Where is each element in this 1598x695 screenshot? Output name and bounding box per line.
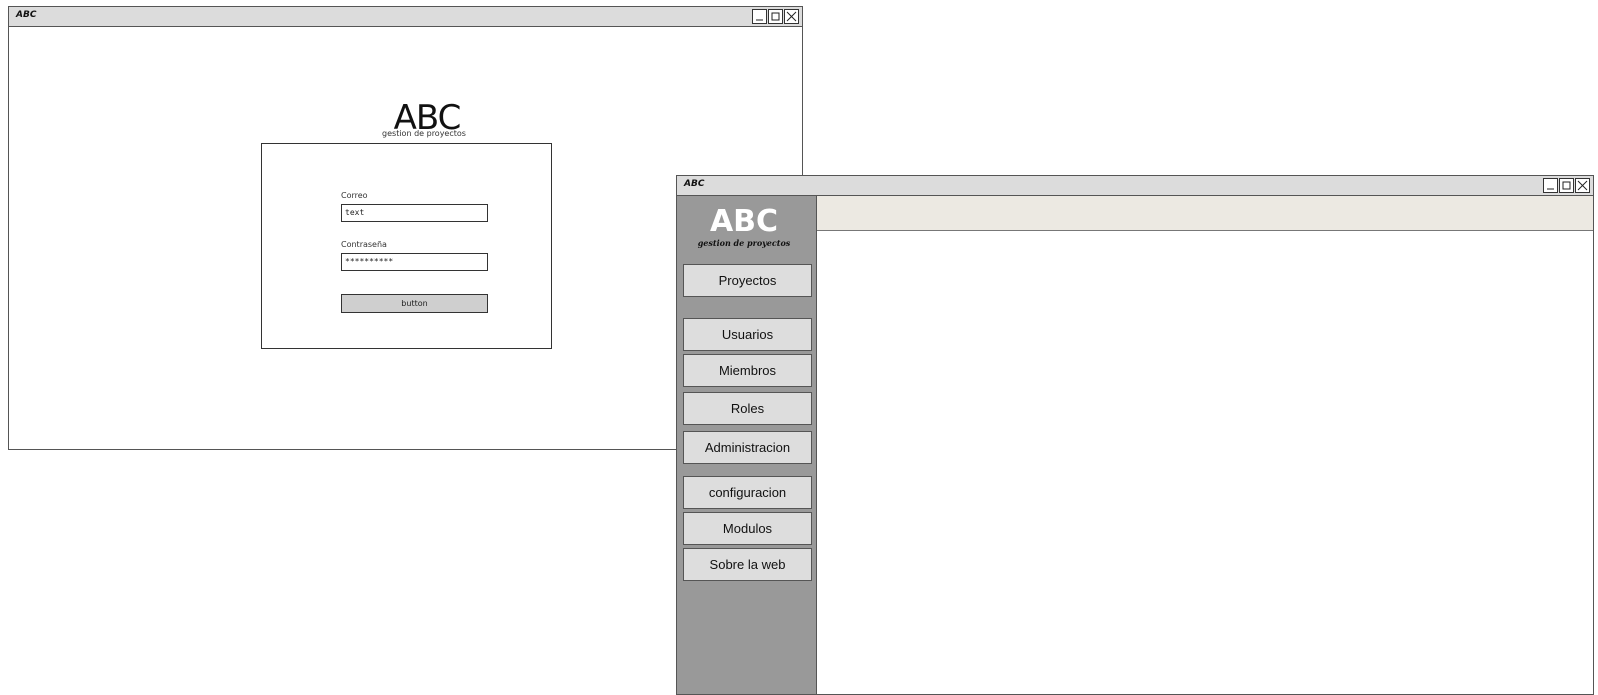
sidebar-logo: ABC (709, 204, 779, 239)
password-label: Contraseña (341, 240, 387, 249)
app-titlebar[interactable]: ABC (677, 176, 1593, 196)
app-window: ABC ABC gestion de proyectos Proyectos U… (676, 175, 1594, 695)
nav-usuarios-button[interactable]: Usuarios (683, 318, 812, 351)
nav-sobre-la-web-button[interactable]: Sobre la web (683, 548, 812, 581)
nav-administracion-button[interactable]: Administracion (683, 431, 812, 464)
sidebar: ABC gestion de proyectos Proyectos Usuar… (677, 196, 817, 694)
login-titlebar[interactable]: ABC (9, 7, 802, 27)
login-form: Correo text Contraseña ********** button (261, 143, 552, 349)
close-icon[interactable] (1575, 178, 1590, 193)
email-label: Correo (341, 191, 368, 200)
window-title: ABC (684, 179, 705, 189)
password-field[interactable]: ********** (341, 253, 488, 271)
login-button[interactable]: button (341, 294, 488, 313)
nav-roles-button[interactable]: Roles (683, 392, 812, 425)
top-header-band (817, 196, 1593, 231)
maximize-icon[interactable] (1559, 178, 1574, 193)
nav-proyectos-button[interactable]: Proyectos (683, 264, 812, 297)
nav-modulos-button[interactable]: Modulos (683, 512, 812, 545)
minimize-icon[interactable] (752, 9, 767, 24)
email-field[interactable]: text (341, 204, 488, 222)
nav-configuracion-button[interactable]: configuracion (683, 476, 812, 509)
sidebar-subtitle: gestion de proyectos (697, 238, 791, 248)
minimize-icon[interactable] (1543, 178, 1558, 193)
window-controls (752, 9, 799, 24)
window-title: ABC (16, 10, 37, 20)
close-icon[interactable] (784, 9, 799, 24)
nav-miembros-button[interactable]: Miembros (683, 354, 812, 387)
maximize-icon[interactable] (768, 9, 783, 24)
app-subtitle: gestion de proyectos (382, 129, 466, 138)
window-controls (1543, 178, 1590, 193)
